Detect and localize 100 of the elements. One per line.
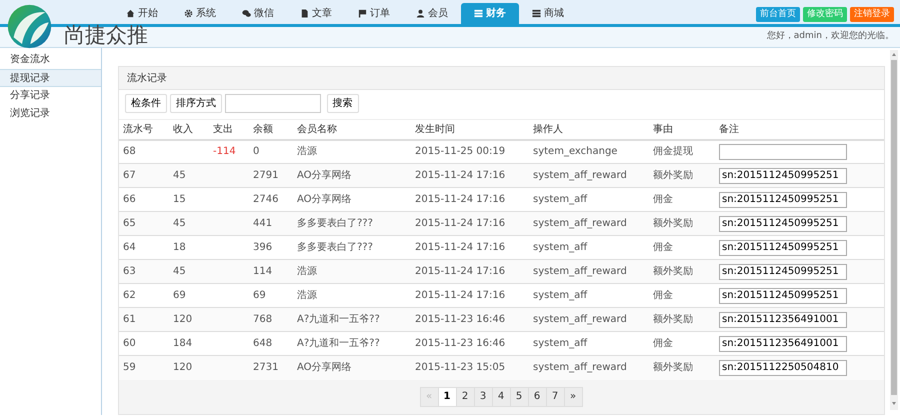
table-cell: 额外奖励 (649, 212, 715, 236)
table-cell: 441 (249, 212, 293, 236)
table-cell: 2746 (249, 188, 293, 212)
home-icon (126, 9, 135, 18)
table-cell: 63 (119, 260, 169, 284)
table-cell: system_aff_reward (529, 260, 649, 284)
table-cell: system_aff_reward (529, 356, 649, 380)
table-cell: 60 (119, 332, 169, 356)
page-button[interactable]: » (564, 386, 582, 407)
table-cell: 59 (119, 356, 169, 380)
table-cell: 65 (119, 212, 169, 236)
page-button[interactable]: 1 (438, 386, 456, 407)
table-cell: 额外奖励 (649, 356, 715, 380)
table-cell: 18 (169, 236, 209, 260)
table-cell: 佣金 (649, 236, 715, 260)
table-cell: 2791 (249, 164, 293, 188)
nav-tab[interactable]: 商城 (519, 3, 577, 24)
remark-field[interactable]: sn:2015112450995251 (719, 288, 847, 304)
table-cell: 61 (119, 308, 169, 332)
search-field[interactable] (225, 94, 321, 113)
remark-field[interactable]: sn:2015112450995251 (719, 240, 847, 256)
table-cell: 2015-11-23 16:46 (411, 332, 529, 356)
table-cell: system_aff (529, 284, 649, 308)
table-cell: 佣金提现 (649, 140, 715, 164)
table-cell: system_aff (529, 332, 649, 356)
flag-icon (358, 9, 367, 18)
table-cell: AO分享网络 (293, 356, 411, 380)
nav-tab[interactable]: 开始 (113, 3, 171, 24)
toolbar-button[interactable]: 检条件 (125, 94, 167, 113)
scrollbar[interactable] (890, 50, 898, 410)
table-cell: 15 (169, 188, 209, 212)
table-cell: 396 (249, 236, 293, 260)
nav-tab[interactable]: 微信 (229, 3, 287, 24)
table-cell: system_aff (529, 236, 649, 260)
table-cell: 768 (249, 308, 293, 332)
table-cell: 多多要表白了??? (293, 236, 411, 260)
page-button[interactable]: 3 (474, 386, 492, 407)
table-cell: 69 (249, 284, 293, 308)
search-button[interactable]: 搜索 (326, 94, 358, 113)
chat-icon (242, 9, 251, 18)
table-cell: 45 (169, 164, 209, 188)
list-icon (474, 9, 483, 18)
table-cell: 浩源 (293, 260, 411, 284)
remark-field[interactable]: sn:2015112450995251 (719, 168, 847, 184)
table-cell: 额外奖励 (649, 308, 715, 332)
table-cell: 2731 (249, 356, 293, 380)
page-button[interactable]: 7 (546, 386, 564, 407)
remark-field[interactable]: sn:2015112356491001 (719, 336, 847, 352)
table-cell: 45 (169, 212, 209, 236)
logo-text: 尚捷众推 (64, 23, 148, 47)
table-cell: 2015-11-24 17:16 (411, 212, 529, 236)
table-cell: AO分享网络 (293, 188, 411, 212)
nav-tab[interactable]: 系统 (171, 3, 229, 24)
remark-field[interactable]: sn:2015112356491001 (719, 312, 847, 328)
page-button[interactable]: 2 (456, 386, 474, 407)
table-cell: 额外奖励 (649, 260, 715, 284)
table-cell: 64 (119, 236, 169, 260)
table-cell: 120 (169, 308, 209, 332)
list-icon (532, 9, 541, 18)
table-cell: 120 (169, 356, 209, 380)
table-cell: A?九道和一五爷?? (293, 332, 411, 356)
table-cell: 68 (119, 140, 169, 164)
page-button[interactable]: 5 (510, 386, 528, 407)
page-button[interactable]: 4 (492, 386, 510, 407)
remark-field[interactable] (719, 144, 847, 160)
welcome-text: 您好，admin，欢迎您的光临。 (766, 30, 894, 44)
document-icon (300, 9, 309, 18)
nav-tab[interactable]: 文章 (287, 3, 345, 24)
table-cell: 2015-11-25 00:19 (411, 140, 529, 164)
table-cell: 2015-11-23 15:05 (411, 356, 529, 380)
remark-field[interactable]: sn:2015112250504810 (719, 360, 847, 376)
table-cell: 2015-11-23 16:46 (411, 308, 529, 332)
table-cell: 45 (169, 260, 209, 284)
sidebar-item[interactable]: 提现记录 (0, 69, 101, 87)
table-cell: 69 (169, 284, 209, 308)
table-cell: 66 (119, 188, 169, 212)
table-cell: 2015-11-24 17:16 (411, 188, 529, 212)
table-cell: 额外奖励 (649, 164, 715, 188)
table-cell: 2015-11-24 17:16 (411, 260, 529, 284)
table-cell: 佣金 (649, 332, 715, 356)
page-button[interactable]: 6 (528, 386, 546, 407)
table-cell: system_aff (529, 188, 649, 212)
remark-field[interactable]: sn:2015112450995251 (719, 192, 847, 208)
settings-icon (184, 9, 193, 18)
table-cell: 184 (169, 332, 209, 356)
remark-field[interactable]: sn:2015112450995251 (719, 216, 847, 232)
nav-tab[interactable]: 订单 (345, 3, 403, 24)
toolbar-button[interactable]: 排序方式 (170, 94, 222, 113)
table-cell: 62 (119, 284, 169, 308)
remark-field[interactable]: sn:2015112450995251 (719, 264, 847, 280)
table-cell: 浩源 (293, 284, 411, 308)
panel-title: 流水记录 (127, 72, 167, 86)
table-cell: 67 (119, 164, 169, 188)
table-cell: 2015-11-24 17:16 (411, 164, 529, 188)
table-cell: 2015-11-24 17:16 (411, 284, 529, 308)
nav-tab[interactable]: 会员 (403, 3, 461, 24)
table-cell: sytem_exchange (529, 140, 649, 164)
table-cell: 多多要表白了??? (293, 212, 411, 236)
table-cell: 648 (249, 332, 293, 356)
table-cell: system_aff_reward (529, 164, 649, 188)
